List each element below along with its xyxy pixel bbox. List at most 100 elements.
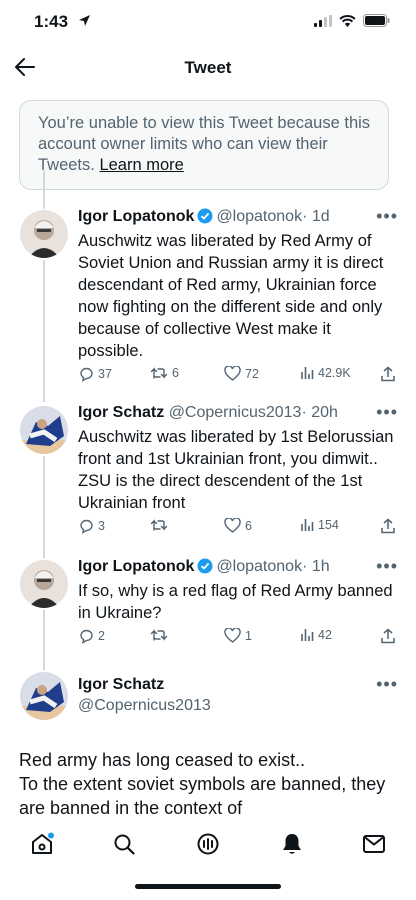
retweet-icon <box>150 519 168 531</box>
thread-line <box>43 169 45 209</box>
views-chart-icon <box>301 519 314 531</box>
retweet-button[interactable] <box>150 518 172 532</box>
bottom-tab-bar <box>0 822 416 866</box>
focused-tweet-text: Red army has long ceased to exist.. To t… <box>19 750 386 818</box>
tweet-header: Igor Lopatonok @lopatonok· 1h <box>78 558 330 576</box>
retweet-button[interactable]: 6 <box>150 366 179 380</box>
tweet-actions: 2 1 42 <box>78 628 396 648</box>
tweet-header: Igor Lopatonok @lopatonok· 1d <box>78 208 330 226</box>
battery-icon <box>363 14 390 27</box>
retweet-count: 6 <box>172 366 179 380</box>
messages-tab[interactable] <box>360 830 388 858</box>
status-time: 1:43 <box>34 12 69 31</box>
home-tab[interactable] <box>28 830 56 858</box>
more-options-icon[interactable]: ••• <box>376 556 398 577</box>
views-chart-icon <box>301 629 314 641</box>
tweet-header: Igor Schatz @Copernicus2013 <box>78 676 211 715</box>
like-button[interactable]: 72 <box>224 366 259 381</box>
tweet-text: Auschwitz was liberated by Red Army of S… <box>78 232 384 360</box>
more-options-icon[interactable]: ••• <box>376 206 398 227</box>
share-button[interactable] <box>380 628 396 644</box>
reply-icon <box>80 367 93 382</box>
spaces-tab[interactable] <box>194 830 222 858</box>
share-icon <box>381 628 395 644</box>
reply-count: 2 <box>98 629 105 643</box>
author-name[interactable]: Igor Schatz <box>78 676 211 694</box>
tweet-actions: 37 6 72 42.9K <box>78 366 396 386</box>
share-icon <box>381 366 395 382</box>
home-icon <box>32 832 54 854</box>
heart-icon <box>224 628 241 643</box>
reply-button[interactable]: 3 <box>78 518 105 534</box>
tweet-text: Auschwitz was liberated by 1st Belorussi… <box>78 428 394 512</box>
like-button[interactable]: 6 <box>224 518 252 533</box>
avatar[interactable] <box>20 560 68 608</box>
author-handle[interactable]: @lopatonok <box>216 208 302 225</box>
like-count: 6 <box>245 518 252 533</box>
search-icon <box>114 834 135 855</box>
tweet-time: · 1h <box>302 558 330 575</box>
share-button[interactable] <box>380 366 396 382</box>
location-arrow-icon <box>79 15 90 26</box>
more-options-icon[interactable]: ••• <box>376 402 398 423</box>
like-count: 1 <box>245 628 252 643</box>
tweet-time: · 1d <box>302 208 330 225</box>
avatar[interactable] <box>20 672 68 720</box>
thread-line <box>43 260 45 402</box>
view-count: 42.9K <box>318 366 351 380</box>
author-handle[interactable]: @lopatonok <box>216 558 302 575</box>
share-icon <box>381 518 395 534</box>
reply-button[interactable]: 2 <box>78 628 105 644</box>
author-name[interactable]: Igor Lopatonok <box>78 558 194 575</box>
views-button[interactable]: 154 <box>300 518 339 532</box>
home-indicator <box>135 884 281 889</box>
like-button[interactable]: 1 <box>224 628 252 643</box>
tweet-header: Igor Schatz @Copernicus2013· 20h <box>78 404 338 422</box>
tweet-actions: 3 6 154 <box>78 518 396 538</box>
tweet-time: · 20h <box>301 404 338 421</box>
page-title: Tweet <box>184 58 232 77</box>
avatar[interactable] <box>20 210 68 258</box>
reply-button[interactable]: 37 <box>78 366 112 382</box>
views-chart-icon <box>301 367 314 379</box>
retweet-button[interactable] <box>150 628 172 642</box>
retweet-icon <box>150 367 168 379</box>
tweet-text: If so, why is a red flag of Red Army ban… <box>78 582 393 622</box>
view-count: 154 <box>318 518 339 532</box>
notifications-tab[interactable] <box>278 830 306 858</box>
like-count: 72 <box>245 366 259 381</box>
more-options-icon[interactable]: ••• <box>376 674 398 695</box>
reply-icon <box>80 629 93 644</box>
views-button[interactable]: 42.9K <box>300 366 351 380</box>
notifications-icon <box>283 834 301 854</box>
status-bar: 1:43 <box>0 0 416 44</box>
spaces-icon <box>197 833 219 855</box>
search-tab[interactable] <box>110 830 138 858</box>
verified-badge-icon <box>197 558 213 574</box>
wifi-icon <box>339 14 356 27</box>
top-nav: Tweet <box>0 48 416 88</box>
status-icons <box>314 14 390 27</box>
thread-line <box>43 610 45 670</box>
avatar[interactable] <box>20 406 68 454</box>
author-handle[interactable]: @Copernicus2013 <box>78 697 211 715</box>
author-name[interactable]: Igor Lopatonok <box>78 208 194 225</box>
reply-count: 37 <box>98 367 112 381</box>
messages-icon <box>363 835 385 853</box>
views-button[interactable]: 42 <box>300 628 332 642</box>
author-handle[interactable]: @Copernicus2013 <box>169 404 302 421</box>
reply-icon <box>80 519 93 534</box>
learn-more-link[interactable]: Learn more <box>99 156 183 174</box>
signal-icon <box>314 14 332 27</box>
view-count: 42 <box>318 628 332 642</box>
thread-line <box>43 456 45 558</box>
heart-icon <box>224 518 241 533</box>
verified-badge-icon <box>197 208 213 224</box>
author-name[interactable]: Igor Schatz <box>78 404 164 421</box>
reply-count: 3 <box>98 519 105 533</box>
heart-icon <box>224 366 241 381</box>
notice-text: You’re unable to view this Tweet because… <box>38 114 371 174</box>
unavailable-tweet-notice: You’re unable to view this Tweet because… <box>19 100 389 190</box>
share-button[interactable] <box>380 518 396 534</box>
retweet-icon <box>150 629 168 641</box>
